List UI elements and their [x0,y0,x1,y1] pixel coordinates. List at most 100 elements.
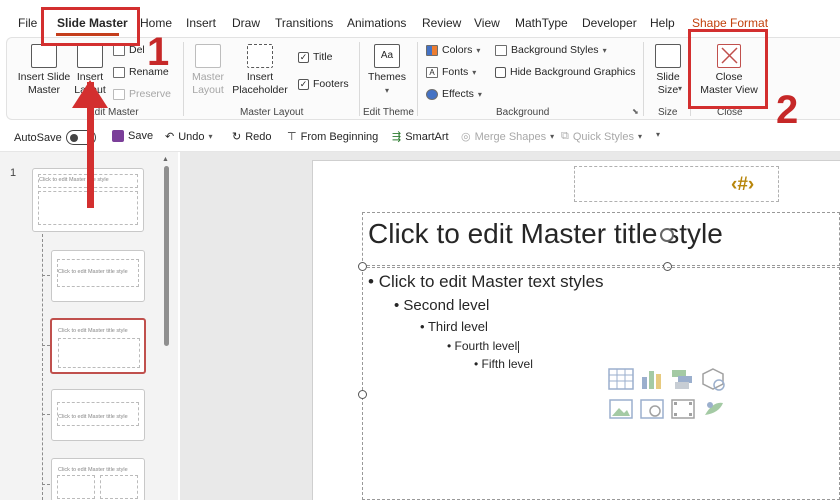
text-level-2-label: Second level [403,297,490,314]
insert-stock-images-icon[interactable] [639,397,665,421]
autosave-toggle[interactable]: AutoSave [14,130,96,145]
insert-icons-icon[interactable] [701,397,727,421]
resize-handle[interactable] [358,262,367,271]
rotate-handle-icon[interactable] [660,228,674,242]
colors-dropdown[interactable]: Colors ▾ [426,44,480,56]
tab-review[interactable]: Review [422,16,461,30]
fonts-label: Fonts [442,66,469,78]
tab-draw[interactable]: Draw [232,16,260,30]
effects-dropdown[interactable]: Effects ▾ [426,88,482,100]
tab-view[interactable]: View [474,16,500,30]
dialog-launcher-icon[interactable]: ⬊ [632,107,639,116]
background-styles-dropdown[interactable]: Background Styles ▾ [495,44,607,56]
group-label-master-layout: Master Layout [240,107,304,118]
tab-mathtype[interactable]: MathType [515,16,568,30]
preserve-button[interactable]: Preserve [113,88,171,100]
undo-button[interactable]: ↶ Undo ▾ [165,130,213,144]
resize-handle[interactable] [358,390,367,399]
merge-shapes-button[interactable]: ◎ Merge Shapes ▾ [461,130,555,144]
footers-checkbox-label: Footers [313,78,349,90]
effects-label: Effects [442,88,474,100]
insert-slide-master-button[interactable]: Insert Slide Master [14,44,74,97]
insert-chart-icon[interactable] [639,367,665,391]
presentation-icon: ⊤ [287,131,297,143]
tab-shape-format[interactable]: Shape Format [692,16,768,30]
save-button[interactable]: Save [112,130,153,142]
tab-insert[interactable]: Insert [186,16,216,30]
insert-placeholder-button[interactable]: Insert Placeholder [228,44,292,97]
text-level-5: • Fifth level [474,357,533,371]
layout-thumbnail-selected[interactable]: Click to edit Master title style [50,318,146,374]
merge-shapes-label: Merge Shapes [474,130,547,143]
themes-icon: Aa [374,44,400,68]
tab-animations[interactable]: Animations [347,16,406,30]
from-beginning-button[interactable]: ⊤ From Beginning [287,130,378,144]
chevron-down-icon: ▾ [472,67,477,77]
master-layout-button[interactable]: Master Layout [190,44,226,97]
title-check-icon: ✓ [298,51,309,63]
thumb-title: Click to edit Master title style [58,269,128,275]
group-divider [359,42,360,116]
hide-background-graphics-checkbox[interactable]: Hide Background Graphics [495,66,635,78]
themes-button[interactable]: Aa Themes ▾ [366,44,408,97]
layout-connector [42,414,50,415]
chevron-down-icon: ▾ [550,132,555,141]
smartart-label: SmartArt [405,130,449,143]
customize-toolbar-icon[interactable]: ▾ [656,130,660,139]
quick-styles-button[interactable]: ⧉ Quick Styles ▾ [561,130,642,143]
footers-check-icon: ✓ [298,78,309,90]
group-divider [643,42,644,116]
redo-icon: ↻ [232,131,242,143]
group-label-size: Size [658,107,678,118]
tab-help[interactable]: Help [650,16,675,30]
save-icon [112,130,124,142]
chevron-down-icon: ▾ [476,45,481,55]
thumb-body-box [100,475,138,499]
footers-checkbox[interactable]: ✓ Footers [298,78,349,90]
scroll-up-icon[interactable]: ▲ [162,156,169,163]
tab-developer[interactable]: Developer [582,16,637,30]
merge-shapes-icon: ◎ [461,131,471,143]
title-checkbox[interactable]: ✓ Title [298,51,332,63]
delete-icon [113,44,125,56]
layout-thumbnail[interactable]: Click to edit Master title style [51,458,145,500]
insert-video-icon[interactable] [670,397,696,421]
insert-picture-icon[interactable] [608,397,634,421]
group-divider [183,42,184,116]
tab-transitions[interactable]: Transitions [275,16,333,30]
insert-slide-master-label: Insert Slide Master [17,71,71,96]
text-level-3-label: Third level [427,319,488,334]
undo-label: Undo [178,130,205,143]
layout-connector [42,484,50,485]
insert-layout-icon [77,44,103,68]
tab-home[interactable]: Home [140,16,172,30]
colors-icon [426,44,438,56]
insert-table-icon[interactable] [608,367,634,391]
thumb-body-box [57,475,95,499]
layout-thumbnail[interactable]: Click to edit Master title style [51,389,145,441]
text-level-4-label: Fourth level [454,339,518,353]
group-label-edit-theme: Edit Theme [363,107,414,118]
highlight-slide-master-tab [41,7,140,46]
layout-connector [42,234,43,500]
insert-smartart-icon[interactable] [670,367,696,391]
insert-3d-model-icon[interactable] [701,367,727,391]
preserve-icon [113,88,125,100]
unchecked-box-icon [495,66,506,78]
layout-connector [42,345,50,346]
tab-file[interactable]: File [18,16,37,30]
redo-button[interactable]: ↻ Redo [232,130,272,144]
effects-icon [426,88,438,100]
layout-thumbnail[interactable]: Click to edit Master title style [51,250,145,302]
themes-label: Themes [368,71,406,83]
background-styles-label: Background Styles [511,44,599,56]
text-level-3: • Third level [420,319,488,334]
scrollbar-thumb[interactable] [164,166,169,346]
text-level-4: • Fourth level [447,339,520,353]
colors-label: Colors [442,44,473,56]
chevron-down-icon: ▾ [477,89,482,99]
thumb-body-box [58,338,140,368]
fonts-dropdown[interactable]: A Fonts ▾ [426,66,476,78]
chevron-down-icon: ▾ [208,132,213,141]
smartart-button[interactable]: ⇶ SmartArt [392,130,449,144]
